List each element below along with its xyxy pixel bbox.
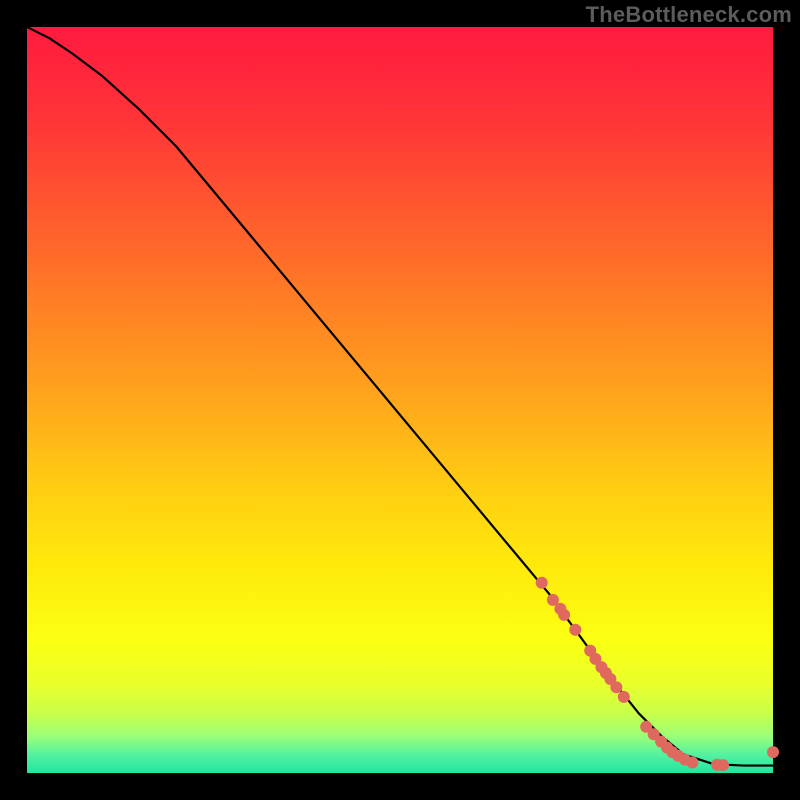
marker-dot: [767, 746, 779, 758]
marker-dot: [610, 681, 622, 693]
bottleneck-chart: [0, 0, 800, 800]
marker-dot: [717, 759, 729, 771]
marker-dot: [618, 691, 630, 703]
plot-background: [27, 27, 773, 773]
chart-stage: TheBottleneck.com: [0, 0, 800, 800]
marker-dot: [686, 757, 698, 769]
marker-dot: [569, 624, 581, 636]
marker-dot: [536, 577, 548, 589]
marker-dot: [558, 609, 570, 621]
watermark-text: TheBottleneck.com: [586, 2, 792, 28]
